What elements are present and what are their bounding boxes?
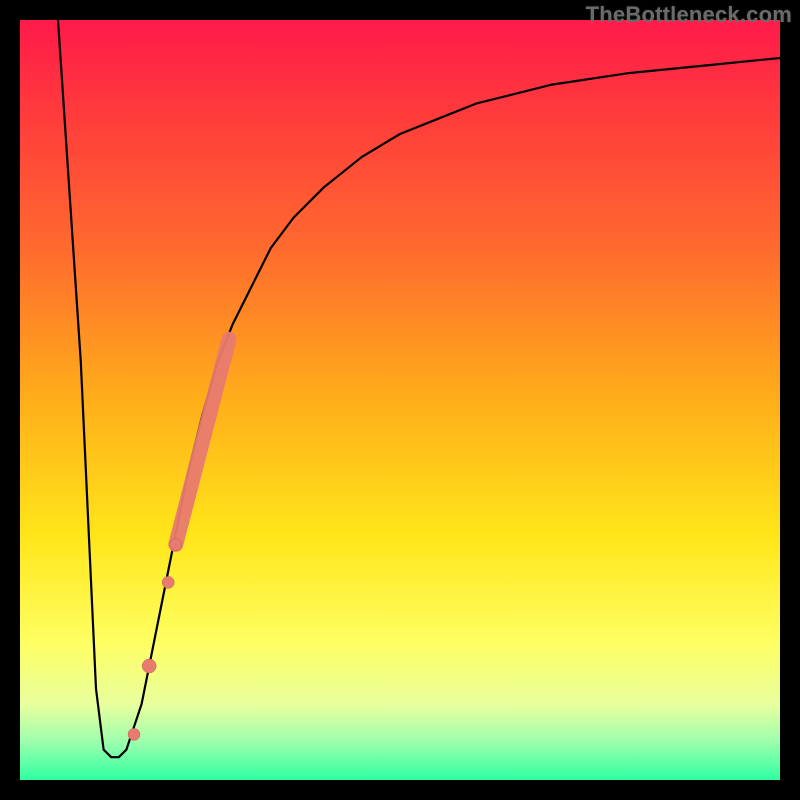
plot-area xyxy=(20,20,780,780)
chart-svg xyxy=(20,20,780,780)
chart-frame: TheBottleneck.com xyxy=(0,0,800,800)
bottleneck-curve xyxy=(58,20,780,757)
dot-1 xyxy=(128,728,140,740)
highlight-segment xyxy=(176,339,229,544)
dot-4 xyxy=(170,538,182,550)
dot-3 xyxy=(162,576,174,588)
dot-2 xyxy=(142,659,156,673)
watermark-text: TheBottleneck.com xyxy=(586,2,792,28)
